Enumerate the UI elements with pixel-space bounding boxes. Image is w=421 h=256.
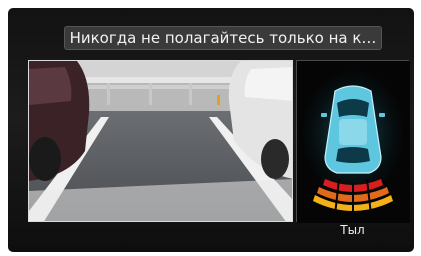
- parking-sensor-panel: [296, 60, 410, 223]
- sensor-label: Тыл: [340, 223, 365, 237]
- display-screen: Никогда не полагайтесь только на к… Тыл: [8, 8, 414, 252]
- warning-text: Никогда не полагайтесь только на к…: [69, 29, 377, 47]
- warning-banner: Никогда не полагайтесь только на к…: [64, 26, 382, 50]
- car-top-view-icon: [297, 61, 410, 223]
- rear-camera-view: [28, 60, 293, 222]
- rear-camera-image: [29, 61, 292, 221]
